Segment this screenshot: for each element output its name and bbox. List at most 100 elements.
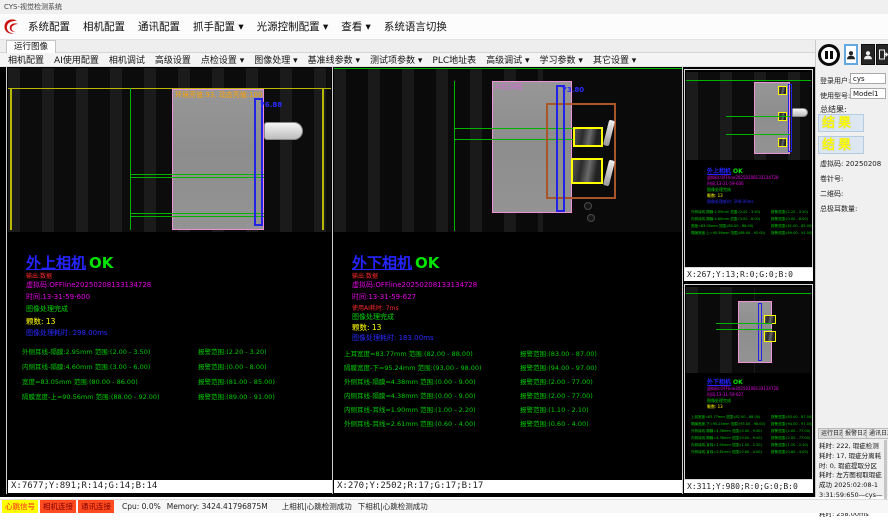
left-result-ok: OK (89, 254, 113, 272)
menu-item-gripper-config[interactable]: 抓手配置 ▾ (193, 19, 244, 34)
tab-detect-box (571, 158, 603, 184)
mini-row: 内侧耳线-耳线=1.90mm 范围:(1.00 - 2.20) (691, 443, 762, 448)
yellow-baseline (8, 88, 331, 89)
mini-row: 报警范围:(2.00 - 77.00) (771, 429, 810, 434)
connector-part (264, 122, 303, 140)
user-login-button[interactable] (844, 44, 858, 65)
left-elapsed-line: 图像处理耗时: 298.00ms (26, 328, 108, 338)
workpiece-region (172, 89, 264, 230)
menu-item-language-switch[interactable]: 系统语言切换 (384, 19, 447, 34)
divider (332, 66, 333, 494)
mini-row: 报警范围:(89.00 - 91.00) (771, 231, 812, 236)
center-alarm-row: 报警范围:(1.10 - 2.10) (520, 404, 589, 414)
menu-item-comm-config[interactable]: 通讯配置 (138, 19, 180, 34)
exit-door-icon (878, 49, 888, 60)
toolbar-spot-check[interactable]: 点检设置 ▾ (201, 53, 244, 66)
green-measure-line (726, 116, 790, 117)
mini-row: 报警范围:(0.00 - 8.00) (771, 217, 808, 222)
menu-item-system-config[interactable]: 系统配置 (28, 19, 70, 34)
mini-row: 报警范围:(83.00 - 87.00) (771, 415, 812, 420)
pause-button[interactable] (818, 44, 840, 66)
green-reference-line (130, 88, 131, 230)
center-camera-image[interactable]: AI检测框 73.80 (334, 68, 682, 232)
mini-top-view[interactable]: 外上相机OK 虚拟码:OFFline20250208133134728 时间:1… (684, 69, 813, 268)
tab-detect-box (778, 138, 787, 147)
toolbar-image-processing[interactable]: 图像处理 ▾ (254, 53, 297, 66)
model-field[interactable]: Model1 (850, 88, 886, 99)
camera-connection-badge: 相机连接 (40, 500, 76, 513)
divider (682, 66, 683, 494)
menu-item-camera-config[interactable]: 相机配置 (83, 19, 125, 34)
center-measure-row: 隔膜宽度-下=95.24mm 范围:(93.00 - 98.00) (344, 362, 482, 372)
lower-camera-heartbeat: 下相机|心跳检测成功 (358, 501, 428, 512)
toolbar-baseline-params[interactable]: 基准线参数 ▾ (308, 53, 360, 66)
cpu-usage: Cpu: 0.0% (122, 502, 161, 511)
mini-row: 外侧耳线-隔膜:2.95mm 范围:(2.00 - 3.50) (691, 210, 760, 215)
tab-detect-box (573, 127, 603, 147)
blue-measure-rect (254, 98, 263, 226)
toolbar-test-params[interactable]: 测试项参数 ▾ (370, 53, 422, 66)
mini-bottom-coordinate-bar: X:311;Y:980;R:0;G:0;B:0 (684, 480, 813, 493)
left-output-line: 输出:数据 (26, 271, 52, 280)
toolbar-learning-params[interactable]: 学习参数 ▾ (540, 53, 583, 66)
mini-row: 报警范围:(0.60 - 4.00) (771, 450, 808, 455)
green-baseline (686, 80, 811, 81)
tab-strip (0, 40, 888, 53)
mini-line: 图像处理耗时: 298.00ms (707, 199, 754, 205)
left-count-line: 颗数: 13 (26, 316, 55, 327)
exit-button[interactable] (876, 44, 888, 65)
divider (6, 66, 7, 494)
green-measure-line (726, 134, 790, 135)
tab-detect-box (778, 86, 787, 95)
toolbar-camera-debug[interactable]: 相机调试 (109, 53, 145, 66)
left-measure-row: 外侧耳线-隔膜:2.95mm 范围:(2.00 - 3.50) (22, 346, 150, 356)
mini-top-camera-name: 外上相机 (707, 168, 731, 175)
user-icon (846, 50, 856, 60)
left-measure-row: 宽度=83.05mm 范围:(80.00 - 86.00) (22, 376, 138, 386)
mini-top-ok: OK (733, 168, 743, 175)
toolbar-plc-address[interactable]: PLC地址表 (432, 53, 476, 66)
model-label: 使用型号: (820, 91, 850, 101)
total-tab-count-label: 总极耳数量: (820, 204, 857, 214)
center-measure-row: 外侧耳线-隔膜=4.38mm 范围:(0.00 - 9.00) (344, 376, 476, 386)
left-camera-image[interactable]: 环境亮值:93, 动态亮值:100 76.88 (8, 68, 331, 232)
green-baseline (334, 68, 682, 69)
center-result-ok: OK (415, 254, 439, 272)
mini-row: 内侧耳线-隔膜=4.38mm 范围:(0.00 - 9.00) (691, 436, 762, 441)
center-alarm-row: 报警范围:(83.00 - 87.00) (520, 348, 597, 358)
toolbar-camera-config[interactable]: 相机配置 (8, 53, 44, 66)
user-icon (863, 50, 873, 60)
login-user-label: 登录用户: (820, 76, 850, 86)
screw-head (584, 202, 592, 210)
login-user-field[interactable]: cys (850, 73, 886, 84)
memory-usage: Memory: 3424.41796875M (167, 502, 268, 511)
left-measure-row: 内侧耳线-隔膜:4.60mm 范围:(3.00 - 6.00) (22, 361, 150, 371)
toolbar-ai-usage-config[interactable]: AI使用配置 (54, 53, 99, 66)
mini-row: 报警范围:(1.10 - 2.10) (771, 443, 808, 448)
menu-item-light-control[interactable]: 光源控制配置 ▾ (257, 19, 329, 34)
mini-bottom-view[interactable]: 外下相机OK 虚拟码:OFFline20250208133134728 时间:1… (684, 284, 813, 480)
heartbeat-status-badge: 心跳信号 (2, 500, 38, 513)
qr-code-label: 二维码: (820, 189, 843, 199)
green-measure-line (716, 329, 772, 330)
comm-connection-badge: 通讯连接 (78, 500, 114, 513)
left-alarm-row: 报警范围:(81.00 - 85.00) (198, 376, 275, 386)
mini-line: 颗数: 13 (707, 404, 723, 410)
center-alarm-row: 报警范围:(0.60 - 4.00) (520, 418, 589, 428)
control-sidebar: 登录用户: cys 使用型号: Model1 总结果: 结果 结果 虚拟码: 2… (815, 40, 888, 497)
left-time-line: 时间:13-31-59-600 (26, 292, 90, 302)
toolbar-advanced-settings[interactable]: 高级设置 (155, 53, 191, 66)
menu-item-view[interactable]: 查看 ▾ (341, 19, 371, 34)
toolbar-other-settings[interactable]: 其它设置 ▾ (593, 53, 636, 66)
center-time-line: 时间:13-31-59-627 (352, 292, 416, 302)
menu-bar: 系统配置 相机配置 通讯配置 抓手配置 ▾ 光源控制配置 ▾ 查看 ▾ 系统语言… (0, 14, 888, 40)
toolbar: 相机配置 AI使用配置 相机调试 高级设置 点检设置 ▾ 图像处理 ▾ 基准线参… (0, 53, 888, 67)
mini-row: 宽度=83.05mm 范围:(80.00 - 86.00) (691, 224, 753, 229)
mini-top-coordinate-bar: X:267;Y:13;R:0;G:0;B:0 (684, 268, 813, 281)
result-display-2: 结果 (818, 136, 864, 154)
user-switch-button[interactable] (861, 44, 875, 65)
tab-comm-log[interactable]: 通讯日志 (866, 428, 888, 439)
result-display-1: 结果 (818, 114, 864, 132)
toolbar-advanced-debug[interactable]: 高级调试 ▾ (486, 53, 529, 66)
center-measure-row: 外侧耳线-耳线=2.61mm 范围:(0.60 - 4.00) (344, 418, 476, 428)
